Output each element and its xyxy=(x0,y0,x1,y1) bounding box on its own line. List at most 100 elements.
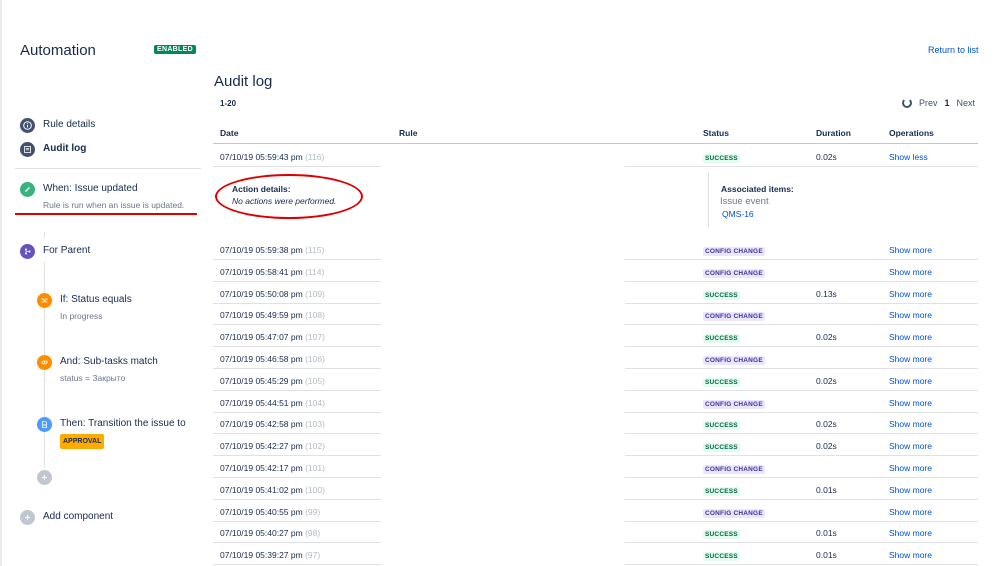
table-row: 07/10/19 05:46:58 pm (106) CONFIG CHANGE S… xyxy=(213,347,978,369)
status-badge: CONFIG CHANGE xyxy=(703,247,765,256)
show-less-link[interactable]: Show less xyxy=(889,152,928,162)
row-date-text: 07/10/19 05:59:38 pm xyxy=(220,245,303,255)
row-duration: 0.01s xyxy=(816,528,837,539)
show-more-link[interactable]: Show more xyxy=(889,485,932,495)
prev-button[interactable]: Prev xyxy=(919,98,938,108)
row-date: 07/10/19 05:40:55 pm (99) xyxy=(220,507,320,517)
table-row: 07/10/19 05:47:07 pm (107) SUCCESS 0.02s Sh… xyxy=(213,325,978,348)
sidebar-action[interactable]: Then: Transition the issue to APPROVAL xyxy=(37,417,186,449)
table-row: 07/10/19 05:42:27 pm (102) SUCCESS 0.02s Sh… xyxy=(213,434,978,457)
audit-log-label: Audit log xyxy=(43,143,87,154)
annotation-underline xyxy=(15,213,197,215)
row-date: 07/10/19 05:41:02 pm (100) xyxy=(220,485,325,495)
row-date: 07/10/19 05:42:27 pm (102) xyxy=(220,441,325,451)
status-badge: SUCCESS xyxy=(703,443,740,453)
status-badge: SUCCESS xyxy=(703,530,740,540)
status-badge: SUCCESS xyxy=(703,334,740,344)
row-duration: 0.01s xyxy=(816,550,837,561)
show-more-link[interactable]: Show more xyxy=(889,289,932,299)
show-more-link[interactable]: Show more xyxy=(889,441,932,451)
table-row: 07/10/19 05:40:27 pm (98) SUCCESS 0.01s Sho… xyxy=(213,521,978,544)
show-more-link[interactable]: Show more xyxy=(889,507,932,517)
trigger-description: Rule is run when an issue is updated. xyxy=(43,200,185,210)
status-badge: CONFIG CHANGE xyxy=(703,399,765,409)
row-date: 07/10/19 05:40:27 pm (98) xyxy=(220,528,320,538)
show-more-link[interactable]: Show more xyxy=(889,245,932,255)
table-row: 07/10/19 05:42:17 pm (101) CONFIG CHANGE S… xyxy=(213,456,978,478)
condition-subtasks-label: And: Sub-tasks match xyxy=(60,356,158,367)
status-badge: CONFIG CHANGE xyxy=(703,465,765,474)
row-date: 07/10/19 05:42:17 pm (101) xyxy=(220,463,325,473)
row-duration: 0.02s xyxy=(816,441,837,452)
status-badge: CONFIG CHANGE xyxy=(703,268,765,278)
add-component-button[interactable]: Add component xyxy=(20,510,113,525)
sidebar-branch[interactable]: For Parent xyxy=(20,244,90,259)
status-badge: SUCCESS xyxy=(703,154,740,163)
row-date: 07/10/19 05:49:59 pm (108) xyxy=(220,310,325,320)
table-row: 07/10/19 05:42:58 pm (103) SUCCESS 0.02s Sh… xyxy=(213,412,978,435)
table-row: 07/10/19 05:40:55 pm (99) CONFIG CHANGE Sh… xyxy=(213,500,978,522)
row-id: (107) xyxy=(305,332,325,343)
row-duration: 0.02s xyxy=(816,375,837,386)
sidebar-condition-status[interactable]: If: Status equals In progress xyxy=(37,293,132,323)
row-date-text: 07/10/19 05:44:51 pm xyxy=(220,397,303,408)
row-id: (99) xyxy=(305,506,321,517)
show-more-link[interactable]: Show more xyxy=(889,376,932,386)
sidebar-item-rule-details[interactable]: Rule details xyxy=(20,118,95,133)
add-inner-component-button[interactable] xyxy=(37,470,52,485)
row-date-text: 07/10/19 05:42:17 pm xyxy=(220,463,303,473)
show-more-link[interactable]: Show more xyxy=(889,528,932,538)
row-id: (100) xyxy=(305,484,325,495)
col-rule: Rule xyxy=(399,128,418,138)
row-date: 07/10/19 05:44:51 pm (104) xyxy=(220,398,325,408)
row-id: (98) xyxy=(305,528,321,539)
row-id: (109) xyxy=(305,288,325,299)
plus-icon xyxy=(20,510,35,525)
associated-divider xyxy=(708,172,709,228)
row-date-text: 07/10/19 05:50:08 pm xyxy=(220,288,303,299)
sidebar-item-audit-log[interactable]: Audit log xyxy=(20,142,86,157)
row-id: (108) xyxy=(305,310,325,321)
row-date: 07/10/19 05:50:08 pm (109) xyxy=(220,289,325,299)
sidebar-trigger[interactable]: When: Issue updated Rule is run when an … xyxy=(20,182,184,212)
row-date: 07/10/19 05:46:58 pm (106) xyxy=(220,354,325,364)
sidebar-condition-subtasks[interactable]: And: Sub-tasks match status = Закрыто xyxy=(37,355,158,385)
row-duration: 0.13s xyxy=(816,288,837,299)
row-date: 07/10/19 05:47:07 pm (107) xyxy=(220,332,325,342)
show-more-link[interactable]: Show more xyxy=(889,463,932,473)
table-row: 07/10/19 05:44:51 pm (104) CONFIG CHANGE S… xyxy=(213,391,978,413)
associated-issue-link[interactable]: QMS-16 xyxy=(722,209,754,219)
show-more-link[interactable]: Show more xyxy=(889,267,932,277)
row-date-text: 07/10/19 05:40:55 pm xyxy=(220,506,303,517)
status-badge: SUCCESS xyxy=(703,377,740,387)
refresh-icon[interactable] xyxy=(902,98,912,108)
show-more-link[interactable]: Show more xyxy=(889,398,932,408)
document-icon xyxy=(37,417,52,432)
row-id: (106) xyxy=(305,354,325,364)
info-icon xyxy=(20,118,35,133)
status-badge: SUCCESS xyxy=(703,421,740,431)
enabled-badge: ENABLED xyxy=(154,45,196,54)
row-date-text: 07/10/19 05:42:27 pm xyxy=(220,441,303,452)
pencil-icon xyxy=(20,182,35,197)
table-row: 07/10/19 05:49:59 pm (108) CONFIG CHANGE S… xyxy=(213,303,978,326)
show-more-link[interactable]: Show more xyxy=(889,310,932,320)
row-date: 07/10/19 05:39:27 pm (97) xyxy=(220,550,320,560)
col-operations: Operations xyxy=(889,128,934,138)
associated-item-type: Issue event xyxy=(720,196,769,207)
show-more-link[interactable]: Show more xyxy=(889,354,932,364)
row-id: (102) xyxy=(305,441,325,452)
show-more-link[interactable]: Show more xyxy=(889,332,932,342)
return-to-list-link[interactable]: Return to list xyxy=(928,45,979,55)
add-component-label: Add component xyxy=(43,511,114,522)
row-date-text: 07/10/19 05:47:07 pm xyxy=(220,332,303,343)
app-title: Automation xyxy=(20,42,96,59)
action-label: Then: Transition the issue to xyxy=(60,418,186,429)
connector-line xyxy=(44,232,45,238)
row-date-text: 07/10/19 05:49:59 pm xyxy=(220,310,303,321)
show-more-link[interactable]: Show more xyxy=(889,550,932,560)
next-button[interactable]: Next xyxy=(957,98,976,108)
show-more-link[interactable]: Show more xyxy=(889,419,932,429)
row-duration: 0.02s xyxy=(816,332,837,343)
status-badge: SUCCESS xyxy=(703,486,740,496)
